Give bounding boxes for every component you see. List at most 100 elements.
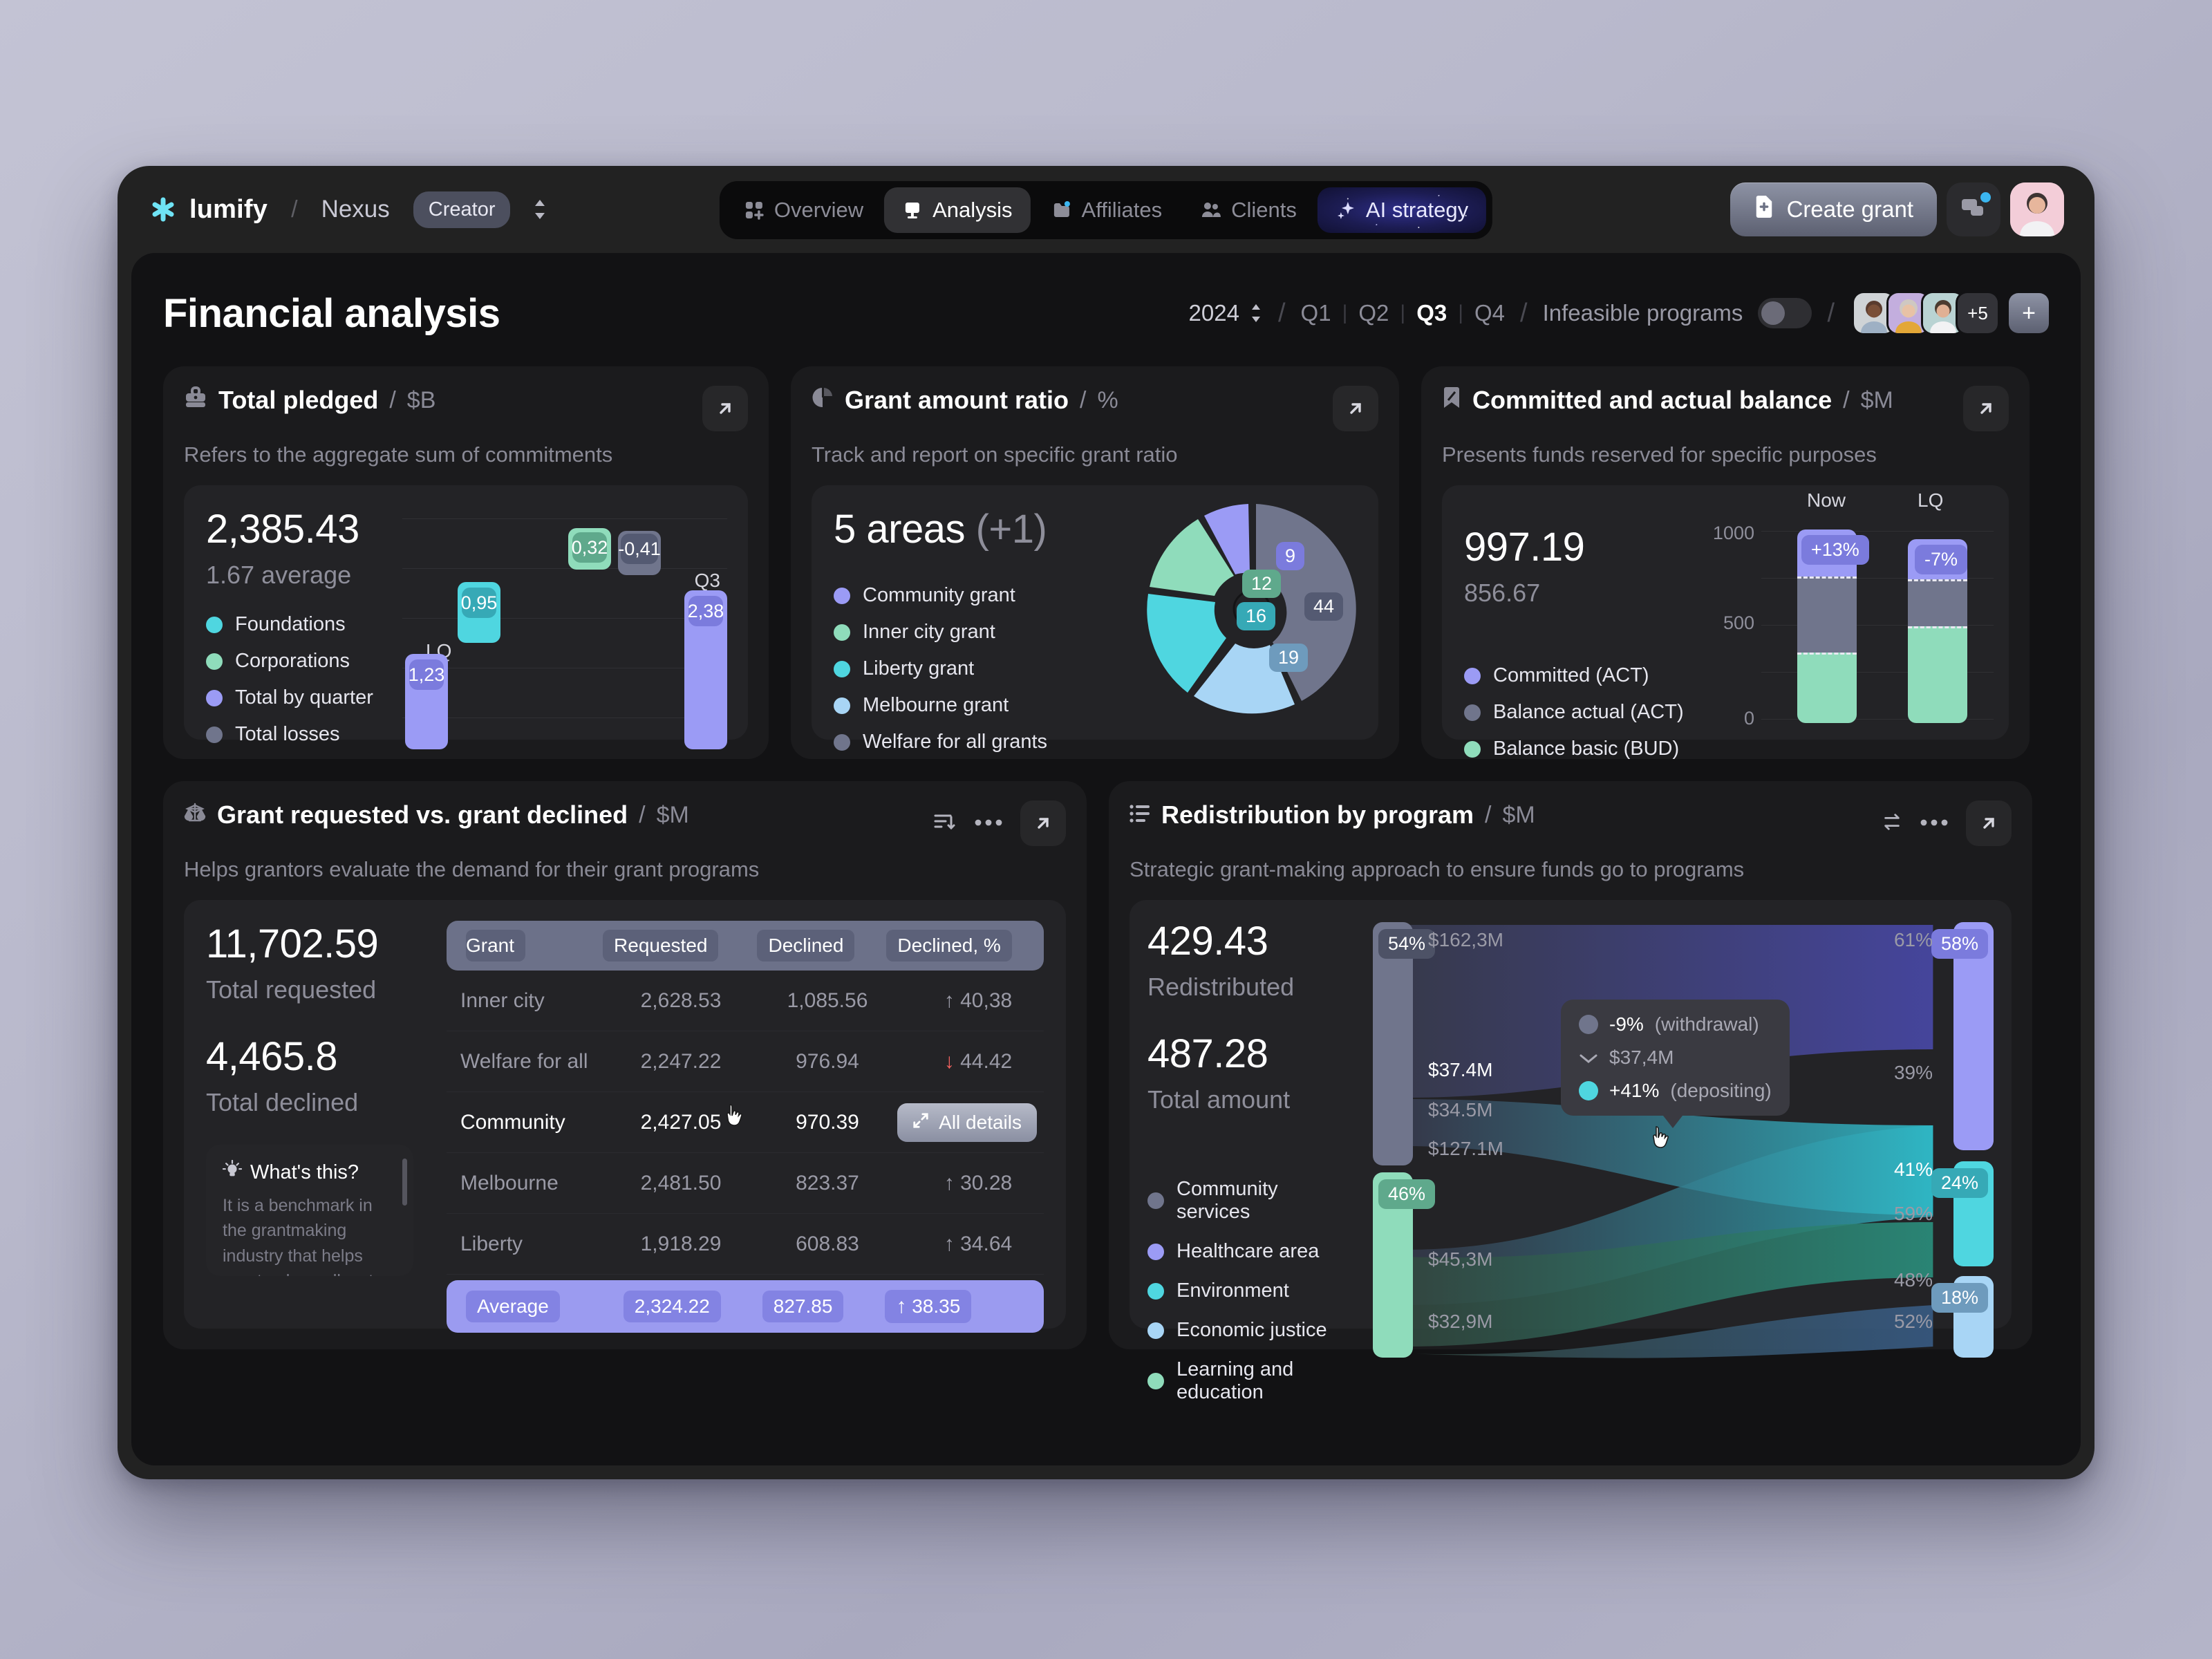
table-row[interactable]: Melbourne 2,481.50 823.37 ↑ 30.28	[447, 1153, 1044, 1214]
avatar-overflow-count[interactable]: +5	[1958, 293, 1998, 333]
create-grant-button[interactable]: Create grant	[1730, 182, 1937, 236]
quarter-q4[interactable]: Q4	[1474, 300, 1505, 326]
top-bar: lumify / Nexus Creator Overview Analysis	[118, 166, 2094, 253]
legend-label-economic-justice: Economic justice	[1177, 1319, 1327, 1341]
sankey-flow-pct-1: 61%	[1893, 929, 1933, 950]
total-declined-label: Total declined	[206, 1088, 359, 1116]
legend-item: Welfare for all grants	[834, 731, 1356, 753]
cell-declined-pct: ↑ 30.28	[944, 1171, 1013, 1194]
legend-label-balance-actual: Balance actual (ACT)	[1493, 701, 1684, 723]
col-declined-pct[interactable]: Declined, %	[886, 930, 1012, 962]
quarter-sep-3: |	[1458, 301, 1464, 324]
balance-chip-now: +13%	[1801, 535, 1869, 565]
cell-requested: 2,247.22	[640, 1049, 722, 1073]
legend-dot-melbourne-grant	[834, 697, 850, 714]
trend-up-icon: ↑	[944, 988, 955, 1012]
expand-button[interactable]	[1333, 386, 1378, 431]
notification-badge	[1980, 192, 1991, 203]
redistribution-sankey-chart: 54% 46% 58% 24% 18% $162,3M $37.4M $34.5…	[1373, 918, 1994, 1360]
year-stepper-icon[interactable]	[1249, 302, 1263, 324]
all-details-button[interactable]: All details	[897, 1103, 1037, 1142]
table-row[interactable]: Community 2,427.05 970.39 All details	[447, 1092, 1044, 1153]
bar-chip-q3-total: 2,38	[688, 596, 724, 626]
infeasible-programs-toggle[interactable]	[1758, 298, 1812, 328]
pie-chip-melbourne: 19	[1269, 644, 1309, 672]
quarter-q1[interactable]: Q1	[1301, 300, 1331, 326]
whats-this-panel[interactable]: What's this? It is a benchmark in the gr…	[206, 1145, 413, 1276]
requested-summary: 11,702.59 Total requested 4,465.8 Total …	[206, 921, 426, 1308]
legend-label-corporations: Corporations	[235, 650, 350, 672]
quarter-sep-1: |	[1342, 301, 1348, 324]
tab-analysis[interactable]: Analysis	[884, 187, 1031, 233]
card-requested-title: Grant requested vs. grant declined / $M	[184, 800, 689, 830]
legend-label-environment: Environment	[1177, 1280, 1289, 1302]
sort-icon[interactable]	[933, 811, 957, 836]
card-redistribution-body: 429.43 Redistributed 487.28 Total amount…	[1130, 900, 2012, 1403]
more-options-icon[interactable]	[1920, 817, 1948, 830]
tab-ai-strategy[interactable]: AI strategy	[1317, 187, 1487, 233]
quarter-q2[interactable]: Q2	[1358, 300, 1389, 326]
cell-grant: Inner city	[460, 988, 545, 1012]
brand-name: lumify	[189, 194, 268, 224]
quarter-q3[interactable]: Q3	[1416, 300, 1447, 326]
card-total-pledged-unit: $B	[406, 386, 436, 413]
brand-divider: /	[291, 196, 298, 223]
col-requested[interactable]: Requested	[603, 930, 719, 962]
swap-icon[interactable]	[1882, 812, 1902, 836]
tooltip-depositing-note: (depositing)	[1670, 1080, 1772, 1101]
tab-clients[interactable]: Clients	[1183, 187, 1315, 233]
expand-button[interactable]	[1966, 800, 2012, 846]
grant-ratio-delta: (+1)	[975, 507, 1047, 552]
legend-dot-committed	[1464, 667, 1481, 684]
year-value[interactable]: 2024	[1189, 300, 1239, 326]
table-row[interactable]: Welfare for all 2,247.22 976.94 ↓ 44.42	[447, 1031, 1044, 1092]
expand-button[interactable]	[702, 386, 748, 431]
card-balance-tools	[1963, 386, 2009, 431]
mouse-cursor	[724, 1103, 748, 1134]
card-grant-ratio: Grant amount ratio / % Track and report …	[791, 366, 1399, 759]
tab-affiliates[interactable]: Affiliates	[1033, 187, 1181, 233]
sankey-flow-value-4: $127.1M	[1428, 1138, 1503, 1159]
scales-icon	[184, 800, 206, 830]
main-nav: Overview Analysis Affiliates Clients AI …	[719, 181, 1493, 239]
whats-this-scrollbar[interactable]	[402, 1159, 407, 1206]
tab-overview[interactable]: Overview	[726, 187, 881, 233]
balance-col-label-now: Now	[1807, 489, 1846, 511]
tooltip-row-depositing: +41% (depositing)	[1579, 1080, 1772, 1102]
expand-button[interactable]	[1963, 386, 2009, 431]
card-balance-unit-sep: /	[1843, 386, 1850, 413]
add-collaborator-button[interactable]: +	[2009, 293, 2049, 333]
bar-chip-foundations: 0,95	[461, 588, 497, 618]
chat-button[interactable]	[1947, 182, 2000, 236]
trend-up-icon: ↑	[944, 1171, 955, 1194]
legend-label-liberty-grant: Liberty grant	[863, 657, 975, 679]
workspace-name[interactable]: Nexus	[321, 196, 390, 223]
legend-label-foundations: Foundations	[235, 613, 346, 635]
expand-button[interactable]	[1020, 800, 1066, 846]
pie-chip-inner-city: 12	[1242, 570, 1282, 598]
tooltip-withdrawal-note: (withdrawal)	[1654, 1013, 1759, 1035]
legend-label-balance-basic: Balance basic (BUD)	[1493, 738, 1680, 760]
bar-chip-total-losses: -0,41	[618, 534, 661, 564]
card-balance-body: 997.19 856.67 Committed (ACT) Balance ac…	[1442, 485, 2009, 760]
card-requested-vs-declined: Grant requested vs. grant declined / $M	[163, 781, 1087, 1349]
tooltip-dot-withdrawal	[1579, 1015, 1598, 1034]
tooltip-withdrawal-value: -9%	[1609, 1013, 1644, 1035]
card-requested-unit-sep: /	[639, 801, 646, 828]
cell-grant: Community	[460, 1110, 565, 1134]
col-grant[interactable]: Grant	[466, 930, 526, 962]
table-row[interactable]: Inner city 2,628.53 1,085.56 ↑ 40,38	[447, 971, 1044, 1031]
more-options-icon[interactable]	[975, 817, 1002, 830]
workspace-switcher-icon[interactable]	[532, 198, 547, 221]
card-redistribution-subtitle: Strategic grant-making approach to ensur…	[1130, 857, 1745, 881]
role-pill[interactable]: Creator	[413, 191, 511, 228]
collaborator-avatars[interactable]: +5	[1854, 293, 1998, 333]
user-avatar[interactable]	[2010, 182, 2064, 236]
card-balance-title: Committed and actual balance / $M	[1442, 386, 1893, 415]
app-window: lumify / Nexus Creator Overview Analysis	[118, 166, 2094, 1479]
table-row[interactable]: Liberty 1,918.29 608.83 ↑ 34.64	[447, 1214, 1044, 1275]
sankey-flow-pct-3: 41%	[1893, 1159, 1933, 1180]
sankey-flow-pct-4: 59%	[1893, 1203, 1933, 1224]
cell-declined: 1,085.56	[787, 988, 868, 1012]
col-declined[interactable]: Declined	[757, 930, 855, 962]
